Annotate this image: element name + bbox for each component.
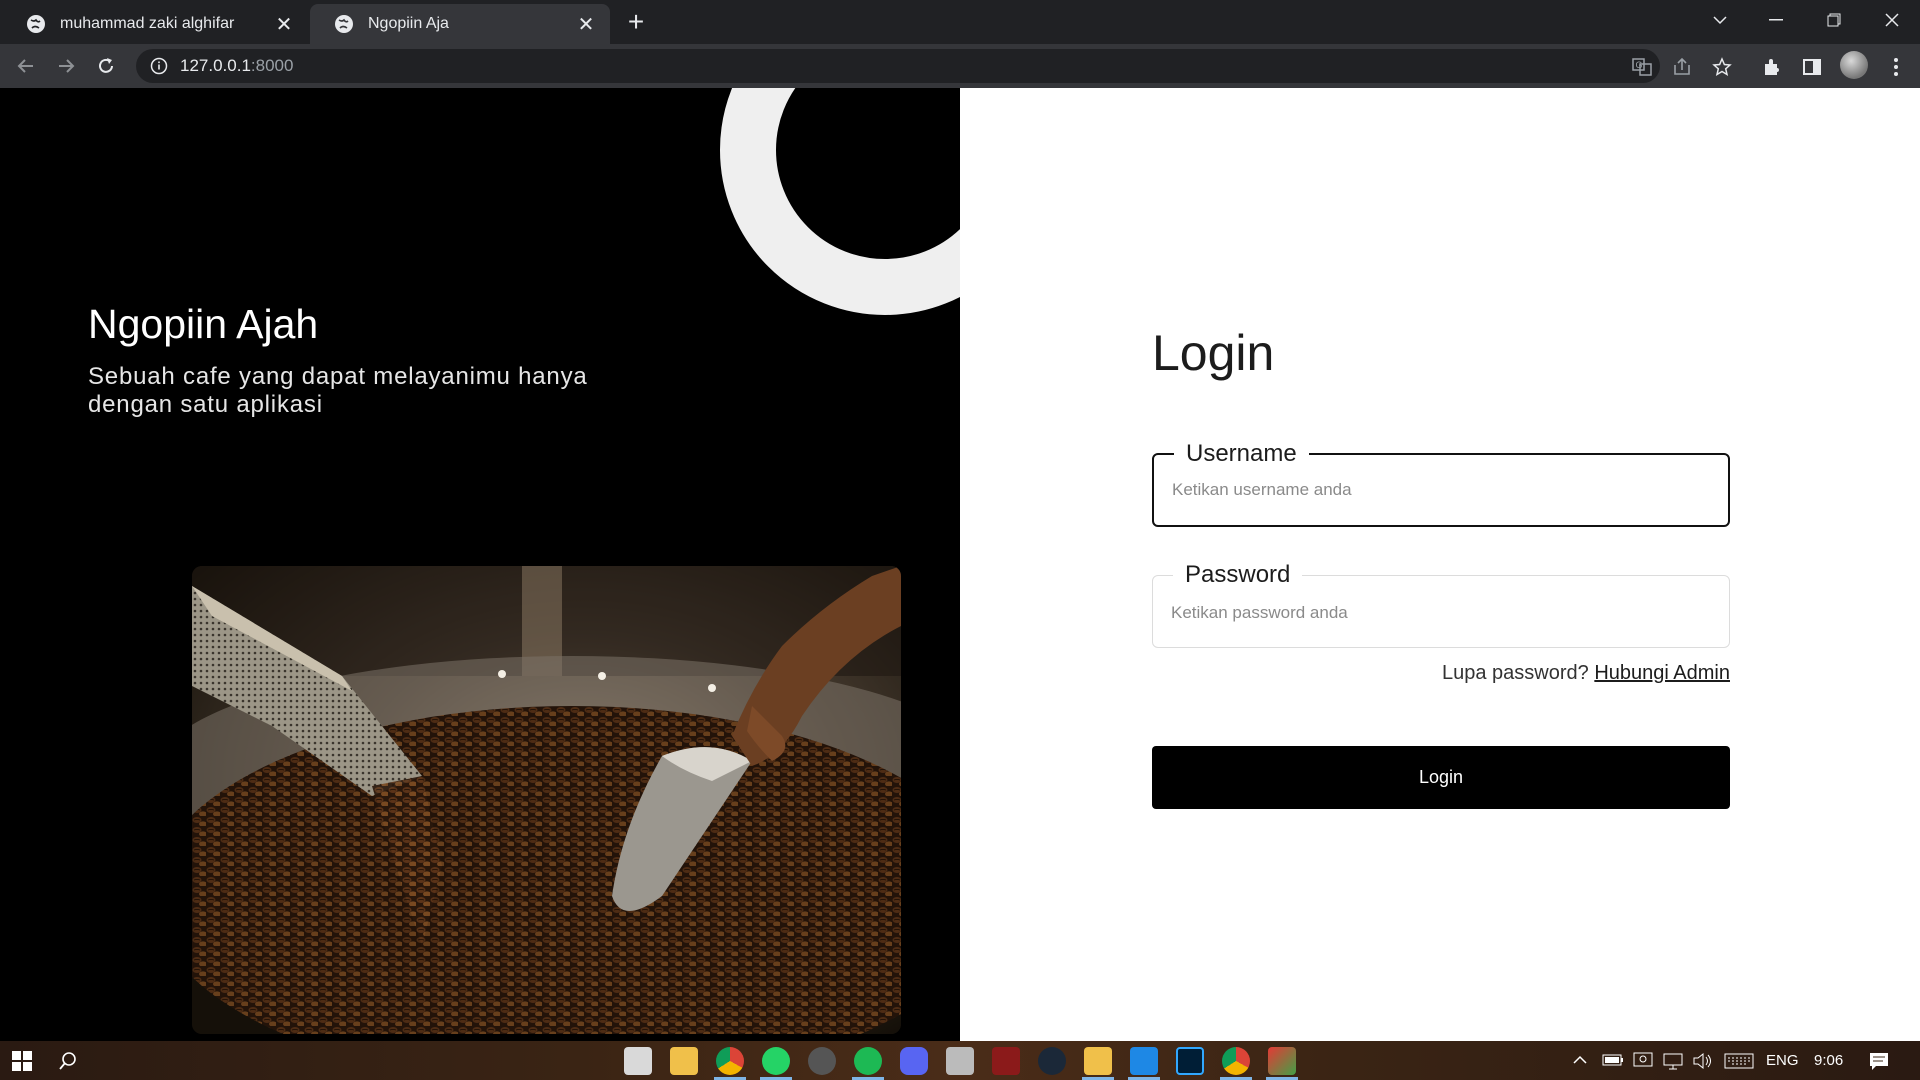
app-icon[interactable] [1268, 1047, 1296, 1075]
globe-icon [27, 15, 45, 33]
battery-icon[interactable] [1602, 1053, 1624, 1067]
discord-icon[interactable] [900, 1047, 928, 1075]
decorative-ring [720, 88, 960, 315]
spotify-icon[interactable] [854, 1047, 882, 1075]
login-heading: Login [1152, 325, 1275, 381]
restore-icon[interactable] [1806, 0, 1862, 40]
password-label: Password [1185, 561, 1291, 588]
username-fieldset: Username [1152, 440, 1730, 527]
forgot-password-row: Lupa password? Hubungi Admin [1442, 662, 1730, 685]
windows-taskbar: ENG 9:06 [0, 1041, 1920, 1080]
chrome-app-icon[interactable] [1222, 1047, 1250, 1075]
password-fieldset: Password [1152, 561, 1730, 648]
tab-title: muhammad zaki alghifar [60, 15, 235, 32]
photoshop-icon[interactable] [1176, 1047, 1204, 1075]
language-indicator[interactable]: ENG [1766, 1052, 1799, 1069]
username-input[interactable] [1172, 470, 1710, 510]
vscode-icon[interactable] [1130, 1047, 1158, 1075]
username-label: Username [1186, 440, 1297, 467]
password-input[interactable] [1171, 593, 1711, 633]
svg-text:G: G [1636, 60, 1643, 70]
browser-toolbar: 127.0.0.1:8000 G [0, 44, 1920, 88]
web-page: Ngopiin Ajah Sebuah cafe yang dapat mela… [0, 88, 1920, 1041]
search-icon[interactable] [58, 1051, 78, 1071]
tab-close-icon[interactable]: ✕ [576, 14, 596, 36]
obs-icon[interactable] [808, 1047, 836, 1075]
browser-tab-strip: muhammad zaki alghifar ✕ Ngopiin Aja ✕ + [0, 0, 1920, 44]
whatsapp-icon[interactable] [762, 1047, 790, 1075]
url-text: 127.0.0.1:8000 [180, 56, 294, 75]
extensions-icon[interactable] [1761, 56, 1783, 78]
keyboard-icon[interactable] [1724, 1053, 1754, 1069]
forward-arrow-icon[interactable] [50, 50, 82, 82]
tab-muhammad-zaki[interactable]: muhammad zaki alghifar ✕ [2, 4, 308, 44]
volume-icon[interactable] [1692, 1051, 1714, 1071]
tab-search-chevron-icon[interactable] [1692, 0, 1748, 40]
file-explorer-icon[interactable] [670, 1047, 698, 1075]
tab-title: Ngopiin Aja [368, 15, 449, 32]
minimize-icon[interactable] [1748, 0, 1804, 40]
brand-title: Ngopiin Ajah [88, 301, 319, 347]
hero-panel: Ngopiin Ajah Sebuah cafe yang dapat mela… [0, 88, 960, 1041]
tab-close-icon[interactable]: ✕ [274, 14, 294, 36]
notification-center-icon[interactable] [1868, 1051, 1890, 1071]
windows-start-icon[interactable] [12, 1051, 32, 1071]
chrome-app-icon[interactable] [716, 1047, 744, 1075]
network-icon[interactable] [1662, 1051, 1684, 1071]
globe-icon [335, 15, 353, 33]
contact-admin-link[interactable]: Hubungi Admin [1594, 662, 1730, 684]
tab-ngopiin-aja[interactable]: Ngopiin Aja ✕ [310, 4, 610, 44]
translate-icon[interactable]: G [1632, 57, 1652, 77]
reload-icon[interactable] [90, 50, 122, 82]
coffee-roaster-photo [192, 566, 901, 1034]
window-close-icon[interactable] [1864, 0, 1920, 40]
login-panel: Login Username Password Lupa password? H… [960, 88, 1920, 1041]
site-info-icon[interactable] [150, 57, 168, 75]
brand-subtitle: Sebuah cafe yang dapat melayanimu hanya … [88, 363, 588, 418]
profile-avatar[interactable] [1840, 51, 1868, 79]
side-panel-icon[interactable] [1801, 56, 1823, 78]
menu-dots-icon[interactable] [1885, 56, 1907, 78]
steam-icon[interactable] [1038, 1047, 1066, 1075]
tray-chevron-up-icon[interactable] [1572, 1055, 1588, 1065]
app-icon[interactable] [992, 1047, 1020, 1075]
folder-icon[interactable] [1084, 1047, 1112, 1075]
clock[interactable]: 9:06 [1814, 1052, 1843, 1069]
address-bar[interactable]: 127.0.0.1:8000 [136, 49, 1660, 83]
share-icon[interactable] [1672, 57, 1692, 77]
screen-icon[interactable] [1632, 1051, 1654, 1071]
new-tab-button[interactable]: + [622, 6, 650, 37]
store-app-icon[interactable] [624, 1047, 652, 1075]
forgot-password-text: Lupa password? [1442, 662, 1589, 684]
back-arrow-icon[interactable] [10, 50, 42, 82]
login-button[interactable]: Login [1152, 746, 1730, 809]
bookmark-star-icon[interactable] [1712, 57, 1732, 77]
app-icon[interactable] [946, 1047, 974, 1075]
